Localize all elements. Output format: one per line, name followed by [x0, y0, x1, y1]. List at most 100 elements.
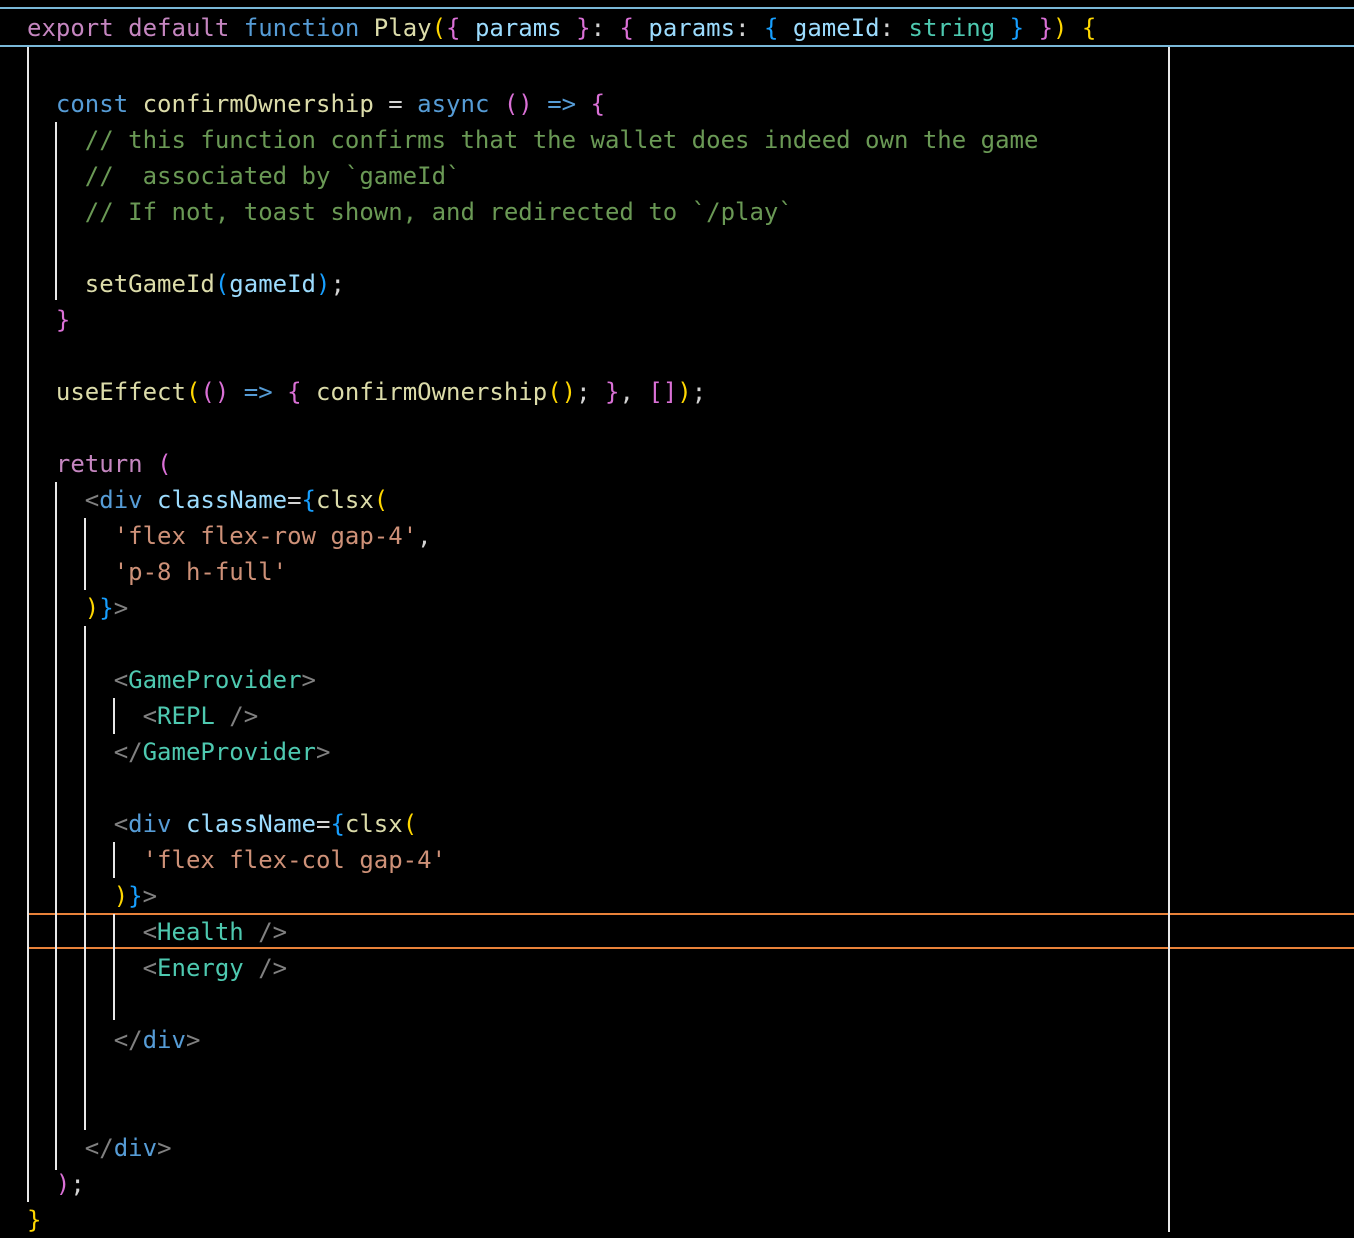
code-token: useEffect	[55, 378, 186, 406]
code-token: )	[55, 1170, 71, 1198]
code-token: div	[113, 1134, 158, 1162]
code-token: />	[229, 702, 259, 730]
code-token: div	[142, 1026, 186, 1054]
code-token: confirmOwnership	[316, 378, 548, 406]
code-token: GameProvider	[128, 666, 302, 694]
code-token: ()	[503, 90, 533, 118]
code-token: (	[373, 486, 389, 514]
code-token: =	[316, 810, 331, 838]
code-token: Energy	[157, 954, 259, 982]
code-token: >	[301, 666, 316, 694]
code-line[interactable]: useEffect(() => { confirmOwnership(); },…	[27, 374, 706, 410]
code-token: <	[84, 486, 100, 514]
code-line[interactable]: </div>	[27, 1022, 201, 1058]
code-token: </	[113, 738, 143, 766]
code-token: params	[648, 14, 736, 42]
code-token: params	[474, 14, 577, 42]
code-line[interactable]: }	[27, 302, 70, 338]
code-token: (	[431, 14, 447, 42]
code-line[interactable]: 'flex flex-row gap-4',	[27, 518, 432, 554]
code-line[interactable]: )}>	[27, 878, 157, 914]
code-line[interactable]: const confirmOwnership = async () => {	[27, 86, 605, 122]
code-token: []	[648, 378, 678, 406]
code-token: }	[576, 14, 591, 42]
code-token: >	[316, 738, 331, 766]
code-token: // If not, toast shown, and redirected t…	[84, 198, 793, 226]
code-line[interactable]: <div className={clsx(	[27, 482, 388, 518]
code-line[interactable]: </div>	[27, 1130, 172, 1166]
code-token: default	[128, 14, 244, 42]
code-token: =>	[229, 378, 288, 406]
code-line[interactable]: return (	[27, 446, 172, 482]
code-line[interactable]: 'flex flex-col gap-4'	[27, 842, 446, 878]
code-token: )	[113, 882, 129, 910]
code-token: (	[214, 270, 230, 298]
column-ruler	[1168, 47, 1170, 1232]
code-token: =	[287, 486, 302, 514]
code-token: {	[287, 378, 317, 406]
code-token: ()	[547, 378, 577, 406]
code-line[interactable]: setGameId(gameId);	[27, 266, 345, 302]
code-token: {	[619, 14, 649, 42]
code-line[interactable]: <Energy />	[27, 950, 288, 986]
code-token: <	[113, 810, 129, 838]
code-token: ,	[417, 522, 432, 550]
code-line[interactable]: );	[27, 1166, 85, 1202]
code-token: REPL	[157, 702, 230, 730]
code-token: clsx	[344, 810, 403, 838]
code-token: }	[99, 594, 114, 622]
code-token: />	[258, 954, 288, 982]
code-line[interactable]: // associated by `gameId`	[27, 158, 461, 194]
code-token: <	[142, 954, 158, 982]
code-token: async	[417, 90, 504, 118]
code-line[interactable]: // this function confirms that the walle…	[27, 122, 1039, 158]
code-token: clsx	[316, 486, 374, 514]
code-token: {	[1067, 14, 1097, 42]
code-token: Health	[157, 918, 259, 946]
code-token: {	[763, 14, 793, 42]
code-line[interactable]: // If not, toast shown, and redirected t…	[27, 194, 793, 230]
code-line[interactable]: }	[27, 1202, 41, 1238]
code-token: // associated by `gameId`	[84, 162, 461, 190]
code-token: (	[185, 378, 201, 406]
code-token: const	[55, 90, 143, 118]
code-token: setGameId	[84, 270, 215, 298]
code-line[interactable]: 'p-8 h-full'	[27, 554, 287, 590]
code-line[interactable]: </GameProvider>	[27, 734, 331, 770]
sticky-scroll-top-border	[0, 7, 1354, 9]
code-token: gameId	[792, 14, 880, 42]
code-line[interactable]: )}>	[27, 590, 128, 626]
code-token: div	[99, 486, 158, 514]
code-token: }	[27, 1206, 42, 1234]
code-line[interactable]: <GameProvider>	[27, 662, 316, 698]
code-token: (	[402, 810, 418, 838]
code-token: className	[185, 810, 316, 838]
code-token: :	[735, 14, 764, 42]
code-token: )	[84, 594, 100, 622]
sticky-scroll-line[interactable]: export default function Play({ params }:…	[27, 10, 1096, 46]
code-line[interactable]: <Health />	[27, 914, 288, 950]
code-line[interactable]: <div className={clsx(	[27, 806, 417, 842]
code-token: </	[84, 1134, 114, 1162]
code-line[interactable]: <REPL />	[27, 698, 259, 734]
code-token: }	[605, 378, 620, 406]
code-token: {	[446, 14, 475, 42]
code-token: div	[128, 810, 186, 838]
code-token: <	[113, 666, 129, 694]
code-token: 'flex flex-row gap-4'	[113, 522, 418, 550]
code-token: }	[1038, 14, 1054, 42]
code-token: ;	[330, 270, 345, 298]
code-token: // this function confirms that the walle…	[84, 126, 1039, 154]
